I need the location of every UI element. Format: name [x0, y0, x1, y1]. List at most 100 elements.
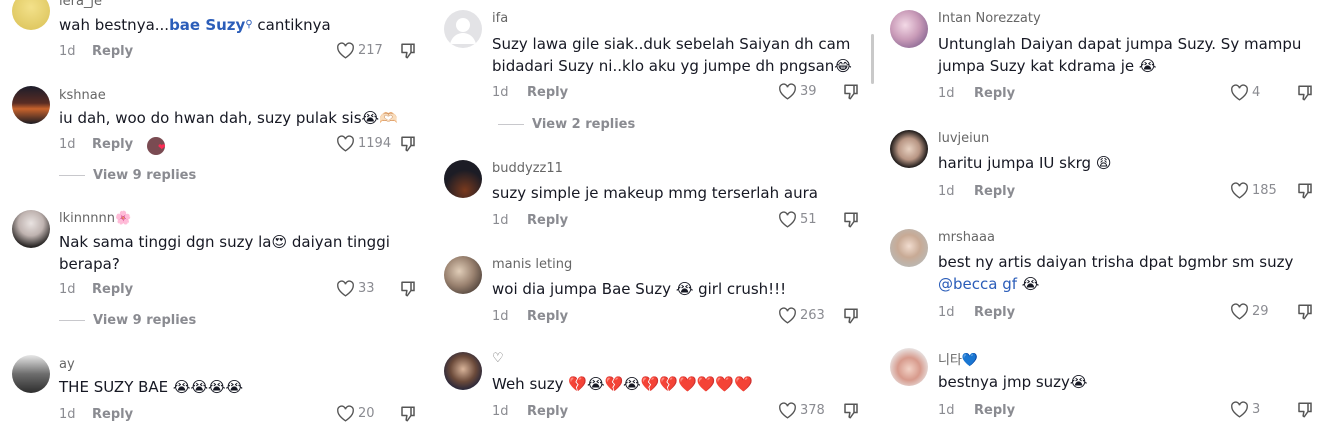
heart-icon: [337, 42, 354, 59]
like-button[interactable]: 51: [778, 211, 817, 228]
comment-text: Suzy lawa gile siak..duk sebelah Saiyan …: [492, 35, 852, 75]
like-button[interactable]: 1194: [336, 135, 391, 152]
comment-time: 1d: [59, 407, 76, 422]
dislike-icon[interactable]: [399, 135, 417, 153]
reply-button[interactable]: Reply: [974, 305, 1015, 320]
like-button[interactable]: 39: [778, 83, 817, 100]
avatar[interactable]: [890, 348, 928, 386]
like-button[interactable]: 185: [1230, 182, 1277, 199]
dislike-icon[interactable]: [842, 211, 860, 229]
comment-username[interactable]: ifa: [492, 11, 508, 26]
comment-text: suzy simple je makeup mmg terserlah aura: [492, 184, 818, 202]
dislike-icon[interactable]: [842, 307, 860, 325]
avatar[interactable]: [444, 352, 482, 390]
divider: [498, 124, 524, 125]
like-button[interactable]: 217: [336, 42, 383, 59]
scrollbar[interactable]: [871, 34, 874, 84]
like-count: 185: [1252, 183, 1277, 198]
avatar[interactable]: [444, 256, 482, 294]
comment-username[interactable]: manis leting: [492, 257, 572, 272]
search-link[interactable]: bae Suzy: [169, 16, 245, 34]
like-count: 378: [800, 403, 825, 418]
dislike-icon[interactable]: [399, 280, 417, 298]
avatar[interactable]: [12, 355, 50, 393]
avatar[interactable]: [890, 130, 928, 168]
comment-username[interactable]: lkinnnnn🌸: [59, 211, 131, 226]
comment-username[interactable]: 니타💙: [938, 349, 978, 368]
comment-text: wah bestnya...bae Suzy⚲ cantiknya: [59, 14, 331, 36]
comment-username[interactable]: Intan Norezzaty: [938, 11, 1041, 26]
comment-username[interactable]: lera_je: [59, 0, 102, 9]
comment-time: 1d: [59, 44, 76, 59]
comment-username[interactable]: luvjeiun: [938, 131, 989, 146]
heart-icon: [1231, 303, 1248, 320]
dislike-icon[interactable]: [842, 402, 860, 420]
avatar[interactable]: [444, 10, 482, 48]
reply-button[interactable]: Reply: [527, 213, 568, 228]
heart-icon: [337, 405, 354, 422]
view-replies-label: View 9 replies: [93, 168, 197, 183]
avatar[interactable]: [12, 86, 50, 124]
comment-text-part: best ny artis daiyan trisha dpat bgmbr s…: [938, 253, 1294, 271]
like-button[interactable]: 33: [336, 280, 375, 297]
dislike-icon[interactable]: [1296, 84, 1314, 102]
comment-username[interactable]: mrshaaa: [938, 230, 995, 245]
dislike-icon[interactable]: [399, 42, 417, 60]
reply-button[interactable]: Reply: [974, 403, 1015, 418]
avatar[interactable]: [12, 210, 50, 248]
dislike-icon[interactable]: [1296, 182, 1314, 200]
comment-username[interactable]: buddyzz11: [492, 161, 563, 176]
view-replies-button[interactable]: View 2 replies: [498, 117, 635, 132]
comment-text-part: cantiknya: [252, 16, 331, 34]
mention-link[interactable]: @becca gf: [938, 275, 1017, 293]
dislike-icon[interactable]: [1296, 303, 1314, 321]
like-count: 39: [800, 84, 817, 99]
comment-text: Nak sama tinggi dgn suzy la😍 daiyan ting…: [59, 233, 390, 273]
like-button[interactable]: 263: [778, 307, 825, 324]
like-count: 29: [1252, 304, 1269, 319]
reply-button[interactable]: Reply: [92, 282, 133, 297]
comment-text: THE SUZY BAE 😭😭😭😭: [59, 378, 244, 396]
reply-button[interactable]: Reply: [974, 184, 1015, 199]
reply-button[interactable]: Reply: [527, 309, 568, 324]
avatar[interactable]: [444, 160, 482, 198]
avatar[interactable]: [890, 10, 928, 48]
heart-icon: [1231, 182, 1248, 199]
dislike-icon[interactable]: [842, 83, 860, 101]
comment-time: 1d: [938, 184, 955, 199]
like-count: 20: [358, 406, 375, 421]
dislike-icon[interactable]: [1296, 401, 1314, 419]
comment-username[interactable]: ay: [59, 357, 75, 372]
like-button[interactable]: 29: [1230, 303, 1269, 320]
like-button[interactable]: 4: [1230, 84, 1260, 101]
comment-time: 1d: [492, 404, 509, 419]
like-button[interactable]: 20: [336, 405, 375, 422]
reply-button[interactable]: Reply: [92, 407, 133, 422]
heart-icon: [337, 135, 354, 152]
comment-username[interactable]: ♡: [492, 351, 504, 366]
comment-text: haritu jumpa IU skrg 😩: [938, 154, 1112, 172]
reply-button[interactable]: Reply: [527, 404, 568, 419]
reply-button[interactable]: Reply: [92, 44, 133, 59]
avatar[interactable]: [890, 229, 928, 267]
like-button[interactable]: 3: [1230, 401, 1260, 418]
comment-time: 1d: [492, 309, 509, 324]
view-replies-button[interactable]: View 9 replies: [59, 313, 196, 328]
creator-liked-heart-icon: ❤: [158, 143, 166, 153]
dislike-icon[interactable]: [399, 405, 417, 423]
avatar[interactable]: [12, 0, 50, 30]
view-replies-button[interactable]: View 9 replies: [59, 168, 196, 183]
heart-icon: [779, 402, 796, 419]
search-icon[interactable]: ⚲: [245, 19, 252, 30]
like-button[interactable]: 378: [778, 402, 825, 419]
reply-button[interactable]: Reply: [974, 86, 1015, 101]
comment-username[interactable]: kshnae: [59, 88, 106, 103]
comment-text: best ny artis daiyan trisha dpat bgmbr s…: [938, 251, 1293, 295]
heart-icon: [1231, 401, 1248, 418]
reply-button[interactable]: Reply: [527, 85, 568, 100]
comment-text: bestnya jmp suzy😭: [938, 373, 1088, 391]
comment-text-part: 😭: [1017, 275, 1040, 293]
reply-button[interactable]: Reply: [92, 137, 133, 152]
view-replies-label: View 9 replies: [93, 313, 197, 328]
comment-text: iu dah, woo do hwan dah, suzy pulak sis😭…: [59, 109, 398, 127]
